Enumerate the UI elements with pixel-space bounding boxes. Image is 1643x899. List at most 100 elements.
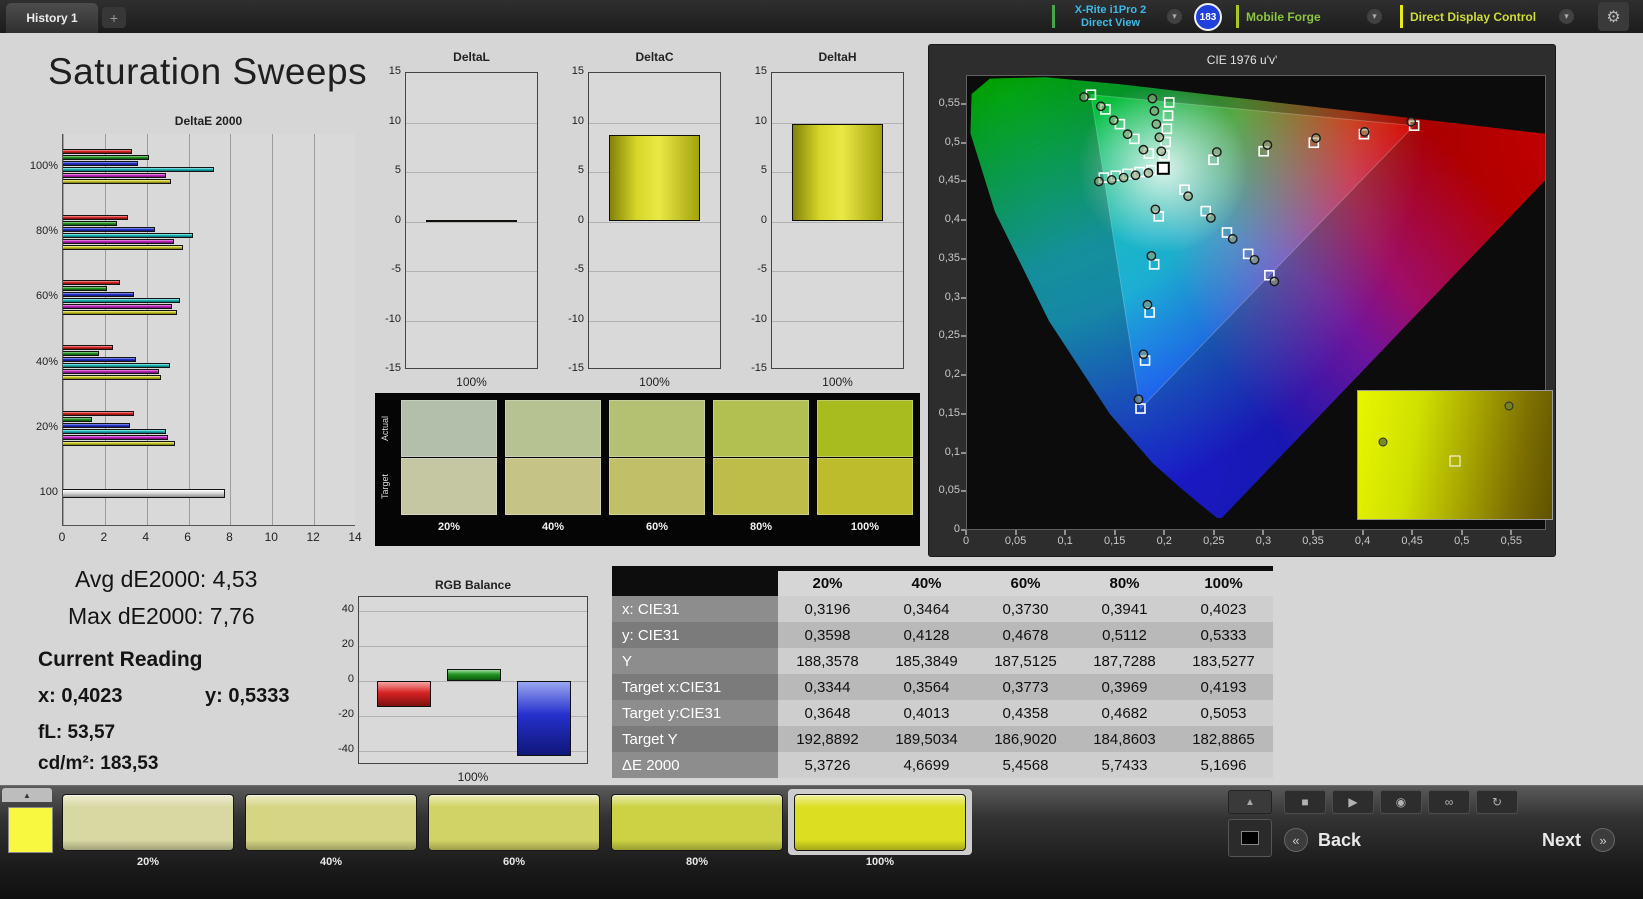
continuous-icon: ∞	[1445, 795, 1454, 809]
axis-tick	[1015, 530, 1017, 535]
x-axis-tick-label: 0,4	[1347, 535, 1379, 547]
deltae-bar-green	[63, 155, 149, 160]
chart-plot	[62, 134, 355, 526]
deltae-bar-magenta	[63, 304, 172, 309]
gridline	[772, 271, 903, 272]
measured-point	[1119, 173, 1127, 181]
page-title: Saturation Sweeps	[48, 51, 367, 93]
x-axis-tick-label: 0,55	[1495, 535, 1527, 547]
chevron-down-icon: ▾	[1367, 9, 1382, 24]
x-axis-tick-label: 4	[134, 530, 158, 544]
y-axis-tick-label: 0,45	[931, 174, 960, 186]
blackout-button[interactable]	[1228, 819, 1272, 857]
gridline	[230, 134, 231, 526]
measured-point	[1360, 128, 1368, 136]
axis-tick	[961, 452, 966, 454]
tray-collapse-button[interactable]: ▲	[2, 788, 52, 802]
continuous-button[interactable]: ∞	[1428, 790, 1470, 814]
add-tab-button[interactable]: +	[102, 7, 126, 28]
table-cell: 5,7433	[1075, 752, 1174, 778]
axis-tick	[961, 490, 966, 492]
saturation-swatch-button[interactable]	[611, 794, 783, 851]
axis-tick	[965, 530, 967, 535]
measured-point	[1213, 148, 1221, 156]
stop-icon: ■	[1301, 795, 1308, 809]
measure-button[interactable]: ◉	[1380, 790, 1422, 814]
gear-icon: ⚙	[1606, 7, 1620, 27]
calman-app-window: History 1 + X-Rite i1Pro 2 Direct View ▾…	[0, 0, 1643, 899]
chevron-down-icon: ▾	[1167, 9, 1182, 24]
rgb-bar-blue	[517, 681, 571, 756]
meter-name: X-Rite i1Pro 2	[1075, 4, 1147, 17]
axis-tick	[1312, 530, 1314, 535]
y-axis-tick-label: 0	[741, 214, 767, 226]
axis-tick	[961, 258, 966, 260]
history-tab[interactable]: History 1	[6, 3, 98, 33]
table-header-row: 20%40%60%80%100%	[612, 571, 1273, 596]
measured-point	[1131, 171, 1139, 179]
chart-title: CIE 1976 u'v'	[929, 53, 1555, 67]
row-label: x: CIE31	[612, 596, 778, 622]
axis-tick	[1064, 530, 1066, 535]
meter-status-indicator	[1052, 5, 1055, 28]
settings-button[interactable]: ⚙	[1598, 2, 1629, 31]
loop-button[interactable]: ↻	[1476, 790, 1518, 814]
table-cell: 0,3196	[778, 596, 877, 622]
stop-button[interactable]: ■	[1284, 790, 1326, 814]
axis-tick	[1163, 530, 1165, 535]
measured-point	[1097, 102, 1105, 110]
deltae-bar-magenta	[63, 173, 166, 178]
measured-point	[1147, 252, 1155, 260]
chart-title: RGB Balance	[358, 578, 588, 592]
table-cell: 0,4358	[976, 700, 1075, 726]
saturation-swatch-button[interactable]	[794, 794, 966, 851]
measured-point	[1207, 214, 1215, 222]
table-corner-cell	[612, 571, 778, 596]
x-axis-tick-label: 14	[343, 530, 367, 544]
y-axis-tick-label: 20%	[20, 421, 58, 433]
meter-mode: Direct View	[1081, 17, 1140, 30]
y-axis-tick-label: 0,3	[931, 291, 960, 303]
axis-tick	[961, 103, 966, 105]
table-cell: 187,5125	[976, 648, 1075, 674]
saturation-swatch-button[interactable]	[62, 794, 234, 851]
back-button[interactable]: « Back	[1284, 824, 1434, 856]
deltae-bar-yellow	[63, 245, 183, 250]
x-axis-tick-label: 6	[176, 530, 200, 544]
table-cell: 0,3564	[877, 674, 976, 700]
axis-tick	[961, 413, 966, 415]
meter-dropdown[interactable]: X-Rite i1Pro 2 Direct View ▾	[1052, 0, 1188, 33]
deltae-bar-blue	[63, 357, 136, 362]
x-axis-tick-label: 0,35	[1297, 535, 1329, 547]
chart-plot	[771, 72, 904, 369]
y-axis-tick-label: 0	[931, 523, 960, 535]
inset-measured-point	[1505, 402, 1514, 411]
y-axis-tick-label: 0,2	[931, 368, 960, 380]
display-control-dropdown[interactable]: Direct Display Control ▾	[1400, 0, 1580, 33]
axis-tick	[1461, 530, 1463, 535]
next-button[interactable]: Next »	[1440, 824, 1615, 856]
deltae-bar-blue	[63, 423, 130, 428]
gridline	[359, 646, 587, 647]
column-header: 40%	[877, 571, 976, 596]
panel-up-button[interactable]: ▲	[1228, 790, 1272, 814]
table-cell: 0,3730	[976, 596, 1075, 622]
y-axis-tick-label: 10	[558, 115, 584, 127]
up-arrow-icon: ▲	[23, 791, 31, 800]
display-status-indicator	[1400, 5, 1403, 28]
y-axis-tick-label: 40%	[20, 356, 58, 368]
play-button[interactable]: ▶	[1332, 790, 1374, 814]
swatch-label: 40%	[245, 856, 417, 868]
measured-point	[1139, 350, 1147, 358]
deltae-bar-white	[63, 489, 225, 498]
deltae-bar-cyan	[63, 298, 180, 303]
saturation-swatch-button[interactable]	[428, 794, 600, 851]
saturation-swatch-button[interactable]	[245, 794, 417, 851]
deltae-bar-magenta	[63, 369, 159, 374]
table-cell: 0,3773	[976, 674, 1075, 700]
x-axis-tick-label: 8	[217, 530, 241, 544]
y-axis-tick-label: 0,4	[931, 213, 960, 225]
y-axis-tick-label: -10	[558, 313, 584, 325]
cie-diagram-panel: CIE 1976 u'v'	[928, 44, 1556, 557]
source-dropdown[interactable]: Mobile Forge ▾	[1236, 0, 1388, 33]
